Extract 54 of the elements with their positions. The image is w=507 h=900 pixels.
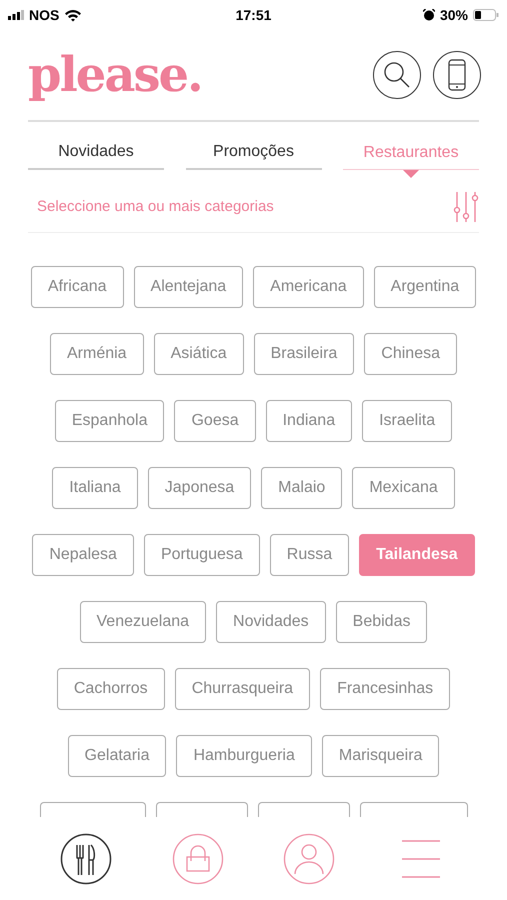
- selection-triangle-icon: [403, 170, 419, 178]
- category-chip[interactable]: Tailandesa: [359, 534, 475, 576]
- category-chip[interactable]: Mexicana: [352, 467, 455, 509]
- category-chip[interactable]: [40, 802, 146, 817]
- category-chip[interactable]: Indiana: [266, 400, 352, 442]
- category-chip[interactable]: Argentina: [374, 266, 476, 308]
- category-chip[interactable]: Goesa: [174, 400, 256, 442]
- shopping-bag-icon[interactable]: [172, 833, 224, 885]
- signal-icon: [8, 10, 24, 20]
- category-chip[interactable]: Alentejana: [134, 266, 244, 308]
- category-chip[interactable]: Americana: [253, 266, 364, 308]
- category-chip[interactable]: Brasileira: [254, 333, 354, 375]
- tab[interactable]: Novidades: [28, 136, 164, 170]
- wifi-icon: [64, 8, 82, 22]
- category-chip[interactable]: Italiana: [52, 467, 138, 509]
- carrier-name: NOS: [29, 6, 60, 24]
- category-chip[interactable]: [156, 802, 248, 817]
- phone-icon: [447, 59, 467, 91]
- category-chip[interactable]: Gelataria: [68, 735, 166, 777]
- logo: please.: [28, 51, 202, 99]
- clock-time: 17:51: [236, 6, 272, 24]
- category-chip[interactable]: Africana: [30, 266, 124, 308]
- category-chip[interactable]: Chinesa: [364, 333, 457, 375]
- category-chip[interactable]: Arménia: [50, 333, 144, 375]
- category-chip[interactable]: Asiática: [154, 333, 244, 375]
- category-chip[interactable]: Cachorros: [56, 668, 165, 710]
- category-chip[interactable]: Francesinhas: [320, 668, 450, 710]
- category-chip[interactable]: Israelita: [362, 400, 452, 442]
- category-chip[interactable]: [360, 802, 468, 817]
- category-chip[interactable]: Japonesa: [148, 467, 252, 509]
- battery-icon: [473, 9, 499, 21]
- category-chip[interactable]: Russa: [270, 534, 350, 576]
- category-chip[interactable]: Novidades: [216, 601, 326, 643]
- filter-prompt: Seleccione uma ou mais categorias: [37, 196, 274, 217]
- person-icon[interactable]: [283, 833, 336, 885]
- phone-button[interactable]: [433, 51, 481, 99]
- category-chip[interactable]: Hamburgueria: [176, 735, 312, 777]
- tab[interactable]: Restaurantes: [343, 136, 479, 170]
- search-button[interactable]: [373, 51, 421, 99]
- category-chip[interactable]: Malaio: [261, 467, 342, 509]
- sliders-icon[interactable]: [453, 192, 479, 222]
- fork-knife-icon[interactable]: [60, 833, 112, 885]
- alarm-icon: [422, 9, 435, 21]
- category-chip[interactable]: Bebidas: [336, 601, 428, 643]
- category-chip[interactable]: Espanhola: [54, 400, 164, 442]
- category-chip[interactable]: Nepalesa: [32, 534, 134, 576]
- category-chip[interactable]: Churrasqueira: [174, 668, 310, 710]
- battery-percentage: 30%: [440, 6, 468, 24]
- category-chip[interactable]: Marisqueira: [322, 735, 440, 777]
- category-chip[interactable]: Venezuelana: [80, 601, 206, 643]
- search-icon: [382, 60, 412, 90]
- category-chip[interactable]: Portuguesa: [144, 534, 260, 576]
- tab[interactable]: Promoções: [186, 136, 322, 170]
- category-chip[interactable]: [258, 802, 350, 817]
